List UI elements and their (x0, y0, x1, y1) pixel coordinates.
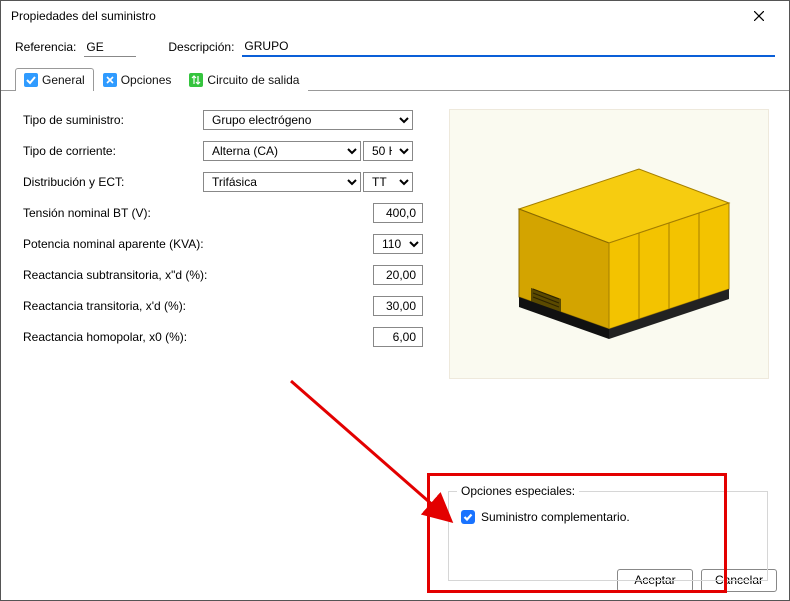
generator-illustration (479, 139, 739, 349)
tipo-corriente-select[interactable]: Alterna (CA) (203, 141, 361, 161)
row-tipo-suministro: Tipo de suministro: Grupo electrógeno (23, 109, 423, 131)
form-column: Tipo de suministro: Grupo electrógeno Ti… (23, 109, 423, 550)
distribucion-select[interactable]: Trifásica (203, 172, 361, 192)
tab-general[interactable]: General (15, 68, 94, 91)
distribucion-label: Distribución y ECT: (23, 175, 203, 189)
row-potencia: Potencia nominal aparente (KVA): 110 (23, 233, 423, 255)
ect-select[interactable]: TT (363, 172, 413, 192)
opciones-especiales-legend: Opciones especiales: (457, 484, 579, 498)
react-sub-label: Reactancia subtransitoria, x"d (%): (23, 268, 323, 282)
checkbox-checked-icon (461, 510, 475, 524)
close-icon (754, 11, 764, 21)
tipo-corriente-label: Tipo de corriente: (23, 144, 203, 158)
dialog-window: Propiedades del suministro Referencia: D… (0, 0, 790, 601)
titlebar: Propiedades del suministro (1, 1, 789, 31)
react-trans-label: Reactancia transitoria, x'd (%): (23, 299, 323, 313)
opciones-especiales-group: Opciones especiales: Suministro compleme… (448, 491, 768, 581)
tab-circuito-label: Circuito de salida (207, 73, 299, 87)
tension-input[interactable] (373, 203, 423, 223)
tension-label: Tensión nominal BT (V): (23, 206, 323, 220)
row-react-trans: Reactancia transitoria, x'd (%): (23, 295, 423, 317)
row-distribucion: Distribución y ECT: Trifásica TT (23, 171, 423, 193)
suministro-complementario-label: Suministro complementario. (481, 510, 630, 524)
referencia-label: Referencia: (15, 40, 76, 54)
tab-opciones-label: Opciones (121, 73, 172, 87)
react-sub-input[interactable] (373, 265, 423, 285)
react-homo-input[interactable] (373, 327, 423, 347)
descripcion-input[interactable] (242, 37, 775, 57)
tab-content: Tipo de suministro: Grupo electrógeno Ti… (1, 91, 789, 560)
row-tension: Tensión nominal BT (V): (23, 202, 423, 224)
tab-circuito[interactable]: Circuito de salida (180, 68, 308, 91)
check-icon (24, 73, 38, 87)
window-title: Propiedades del suministro (11, 9, 156, 23)
suministro-complementario-checkbox[interactable]: Suministro complementario. (461, 510, 630, 524)
row-react-homo: Reactancia homopolar, x0 (%): (23, 326, 423, 348)
referencia-input[interactable] (84, 38, 136, 57)
tipo-suministro-select[interactable]: Grupo electrógeno (203, 110, 413, 130)
descripcion-label: Descripción: (168, 40, 234, 54)
tab-opciones[interactable]: Opciones (94, 68, 181, 91)
react-homo-label: Reactancia homopolar, x0 (%): (23, 330, 323, 344)
header-fields: Referencia: Descripción: (1, 31, 789, 67)
close-button[interactable] (739, 2, 779, 30)
tipo-suministro-label: Tipo de suministro: (23, 113, 203, 127)
row-tipo-corriente: Tipo de corriente: Alterna (CA) 50 Hz (23, 140, 423, 162)
potencia-select[interactable]: 110 (373, 234, 423, 254)
tabstrip: General Opciones Circuito de salida (1, 67, 789, 91)
row-react-sub: Reactancia subtransitoria, x"d (%): (23, 264, 423, 286)
potencia-label: Potencia nominal aparente (KVA): (23, 237, 323, 251)
frecuencia-select[interactable]: 50 Hz (363, 141, 413, 161)
tools-icon (103, 73, 117, 87)
arrows-icon (189, 73, 203, 87)
tab-general-label: General (42, 73, 85, 87)
preview-3d (449, 109, 769, 379)
react-trans-input[interactable] (373, 296, 423, 316)
